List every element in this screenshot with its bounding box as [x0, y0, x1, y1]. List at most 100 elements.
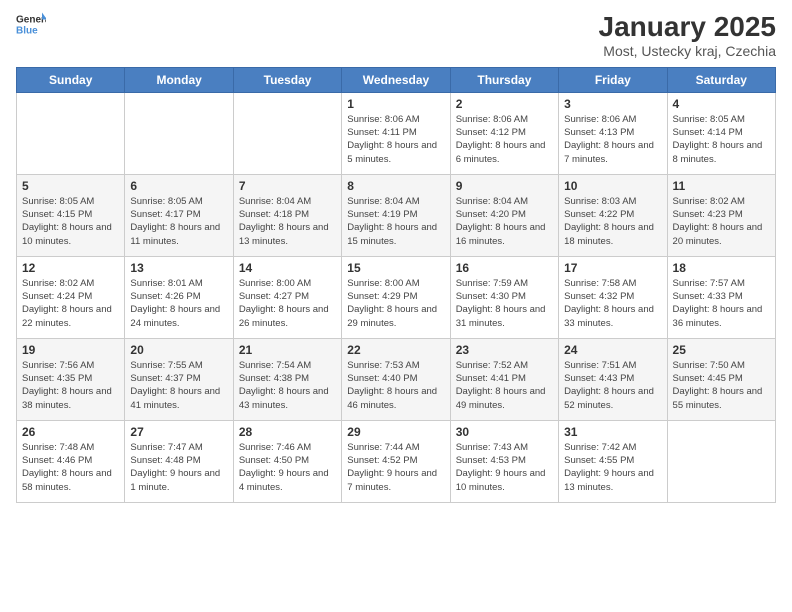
- day-info: Sunrise: 8:06 AM Sunset: 4:12 PM Dayligh…: [456, 113, 553, 166]
- day-number: 23: [456, 343, 553, 357]
- day-number: 8: [347, 179, 444, 193]
- day-number: 20: [130, 343, 227, 357]
- cell-w1-d3: 1 Sunrise: 8:06 AM Sunset: 4:11 PM Daylig…: [342, 92, 450, 174]
- day-info: Sunrise: 7:56 AM Sunset: 4:35 PM Dayligh…: [22, 359, 119, 412]
- cell-w4-d6: 25Sunrise: 7:50 AM Sunset: 4:45 PM Dayli…: [667, 338, 775, 420]
- day-info: Sunrise: 8:06 AM Sunset: 4:11 PM Dayligh…: [347, 113, 444, 166]
- header: General Blue January 2025 Most, Ustecky …: [16, 12, 776, 59]
- day-number: 28: [239, 425, 336, 439]
- day-info: Sunrise: 8:01 AM Sunset: 4:26 PM Dayligh…: [130, 277, 227, 330]
- day-number: 1: [347, 97, 444, 111]
- cell-w3-d3: 15 Sunrise: 8:00 AM Sunset: 4:29 PM Dayli…: [342, 256, 450, 338]
- day-info: Sunrise: 7:58 AM Sunset: 4:32 PM Dayligh…: [564, 277, 661, 330]
- day-info: Sunrise: 8:05 AM Sunset: 4:17 PM Dayligh…: [130, 195, 227, 248]
- main-title: January 2025: [599, 12, 776, 43]
- day-info: Sunrise: 7:51 AM Sunset: 4:43 PM Dayligh…: [564, 359, 661, 412]
- week-row-3: 12Sunrise: 8:02 AM Sunset: 4:24 PM Dayli…: [17, 256, 776, 338]
- day-number: 27: [130, 425, 227, 439]
- cell-w1-d1: [125, 92, 233, 174]
- day-number: 18: [673, 261, 770, 275]
- day-info: Sunrise: 7:46 AM Sunset: 4:50 PM Dayligh…: [239, 441, 336, 494]
- col-tuesday: Tuesday: [233, 67, 341, 92]
- title-block: January 2025 Most, Ustecky kraj, Czechia: [599, 12, 776, 59]
- cell-w4-d3: 22 Sunrise: 7:53 AM Sunset: 4:40 PM Dayli…: [342, 338, 450, 420]
- day-number: 7: [239, 179, 336, 193]
- day-info: Sunrise: 7:55 AM Sunset: 4:37 PM Dayligh…: [130, 359, 227, 412]
- day-info: Sunrise: 8:05 AM Sunset: 4:15 PM Dayligh…: [22, 195, 119, 248]
- col-wednesday: Wednesday: [342, 67, 450, 92]
- day-number: 13: [130, 261, 227, 275]
- day-number: 6: [130, 179, 227, 193]
- cell-w3-d5: 17 Sunrise: 7:58 AM Sunset: 4:32 PM Dayli…: [559, 256, 667, 338]
- cell-w3-d4: 16 Sunrise: 7:59 AM Sunset: 4:30 PM Dayli…: [450, 256, 558, 338]
- cell-w4-d5: 24Sunrise: 7:51 AM Sunset: 4:43 PM Dayli…: [559, 338, 667, 420]
- day-info: Sunrise: 7:44 AM Sunset: 4:52 PM Dayligh…: [347, 441, 444, 494]
- cell-w1-d6: 4Sunrise: 8:05 AM Sunset: 4:14 PM Daylig…: [667, 92, 775, 174]
- cell-w5-d1: 27 Sunrise: 7:47 AM Sunset: 4:48 PM Dayli…: [125, 420, 233, 502]
- cell-w4-d0: 19 Sunrise: 7:56 AM Sunset: 4:35 PM Dayli…: [17, 338, 125, 420]
- day-info: Sunrise: 7:59 AM Sunset: 4:30 PM Dayligh…: [456, 277, 553, 330]
- day-number: 12: [22, 261, 119, 275]
- cell-w4-d1: 20 Sunrise: 7:55 AM Sunset: 4:37 PM Dayli…: [125, 338, 233, 420]
- cell-w1-d4: 2 Sunrise: 8:06 AM Sunset: 4:12 PM Daylig…: [450, 92, 558, 174]
- day-number: 30: [456, 425, 553, 439]
- week-row-4: 19 Sunrise: 7:56 AM Sunset: 4:35 PM Dayli…: [17, 338, 776, 420]
- day-info: Sunrise: 7:52 AM Sunset: 4:41 PM Dayligh…: [456, 359, 553, 412]
- day-number: 31: [564, 425, 661, 439]
- day-info: Sunrise: 7:54 AM Sunset: 4:38 PM Dayligh…: [239, 359, 336, 412]
- day-number: 2: [456, 97, 553, 111]
- cell-w3-d6: 18 Sunrise: 7:57 AM Sunset: 4:33 PM Dayli…: [667, 256, 775, 338]
- cell-w5-d5: 31Sunrise: 7:42 AM Sunset: 4:55 PM Dayli…: [559, 420, 667, 502]
- cell-w4-d4: 23 Sunrise: 7:52 AM Sunset: 4:41 PM Dayli…: [450, 338, 558, 420]
- svg-text:Blue: Blue: [16, 26, 38, 37]
- cell-w2-d5: 10Sunrise: 8:03 AM Sunset: 4:22 PM Dayli…: [559, 174, 667, 256]
- logo-icon: General Blue: [16, 12, 46, 38]
- cell-w1-d2: [233, 92, 341, 174]
- svg-text:General: General: [16, 15, 46, 26]
- cell-w2-d3: 8Sunrise: 8:04 AM Sunset: 4:19 PM Daylig…: [342, 174, 450, 256]
- cell-w2-d1: 6 Sunrise: 8:05 AM Sunset: 4:17 PM Daylig…: [125, 174, 233, 256]
- cell-w5-d6: [667, 420, 775, 502]
- day-info: Sunrise: 8:00 AM Sunset: 4:29 PM Dayligh…: [347, 277, 444, 330]
- day-number: 3: [564, 97, 661, 111]
- day-number: 22: [347, 343, 444, 357]
- cell-w3-d0: 12Sunrise: 8:02 AM Sunset: 4:24 PM Dayli…: [17, 256, 125, 338]
- cell-w4-d2: 21Sunrise: 7:54 AM Sunset: 4:38 PM Dayli…: [233, 338, 341, 420]
- cell-w5-d3: 29 Sunrise: 7:44 AM Sunset: 4:52 PM Dayli…: [342, 420, 450, 502]
- calendar-header-row: Sunday Monday Tuesday Wednesday Thursday…: [17, 67, 776, 92]
- day-number: 19: [22, 343, 119, 357]
- week-row-1: 1 Sunrise: 8:06 AM Sunset: 4:11 PM Daylig…: [17, 92, 776, 174]
- day-number: 5: [22, 179, 119, 193]
- day-number: 29: [347, 425, 444, 439]
- day-info: Sunrise: 8:00 AM Sunset: 4:27 PM Dayligh…: [239, 277, 336, 330]
- cell-w2-d0: 5 Sunrise: 8:05 AM Sunset: 4:15 PM Daylig…: [17, 174, 125, 256]
- day-number: 26: [22, 425, 119, 439]
- day-info: Sunrise: 8:04 AM Sunset: 4:18 PM Dayligh…: [239, 195, 336, 248]
- subtitle: Most, Ustecky kraj, Czechia: [599, 43, 776, 59]
- week-row-2: 5 Sunrise: 8:05 AM Sunset: 4:15 PM Daylig…: [17, 174, 776, 256]
- day-info: Sunrise: 7:47 AM Sunset: 4:48 PM Dayligh…: [130, 441, 227, 494]
- cell-w3-d2: 14 Sunrise: 8:00 AM Sunset: 4:27 PM Dayli…: [233, 256, 341, 338]
- col-thursday: Thursday: [450, 67, 558, 92]
- col-saturday: Saturday: [667, 67, 775, 92]
- day-number: 11: [673, 179, 770, 193]
- cell-w5-d4: 30Sunrise: 7:43 AM Sunset: 4:53 PM Dayli…: [450, 420, 558, 502]
- cell-w1-d0: [17, 92, 125, 174]
- cell-w5-d0: 26 Sunrise: 7:48 AM Sunset: 4:46 PM Dayli…: [17, 420, 125, 502]
- day-info: Sunrise: 7:48 AM Sunset: 4:46 PM Dayligh…: [22, 441, 119, 494]
- cell-w2-d2: 7 Sunrise: 8:04 AM Sunset: 4:18 PM Daylig…: [233, 174, 341, 256]
- cell-w5-d2: 28 Sunrise: 7:46 AM Sunset: 4:50 PM Dayli…: [233, 420, 341, 502]
- day-number: 16: [456, 261, 553, 275]
- day-number: 4: [673, 97, 770, 111]
- day-number: 25: [673, 343, 770, 357]
- day-info: Sunrise: 7:53 AM Sunset: 4:40 PM Dayligh…: [347, 359, 444, 412]
- week-row-5: 26 Sunrise: 7:48 AM Sunset: 4:46 PM Dayli…: [17, 420, 776, 502]
- col-sunday: Sunday: [17, 67, 125, 92]
- day-info: Sunrise: 8:06 AM Sunset: 4:13 PM Dayligh…: [564, 113, 661, 166]
- day-number: 15: [347, 261, 444, 275]
- day-info: Sunrise: 7:57 AM Sunset: 4:33 PM Dayligh…: [673, 277, 770, 330]
- day-number: 14: [239, 261, 336, 275]
- day-number: 10: [564, 179, 661, 193]
- calendar-table: Sunday Monday Tuesday Wednesday Thursday…: [16, 67, 776, 503]
- day-number: 17: [564, 261, 661, 275]
